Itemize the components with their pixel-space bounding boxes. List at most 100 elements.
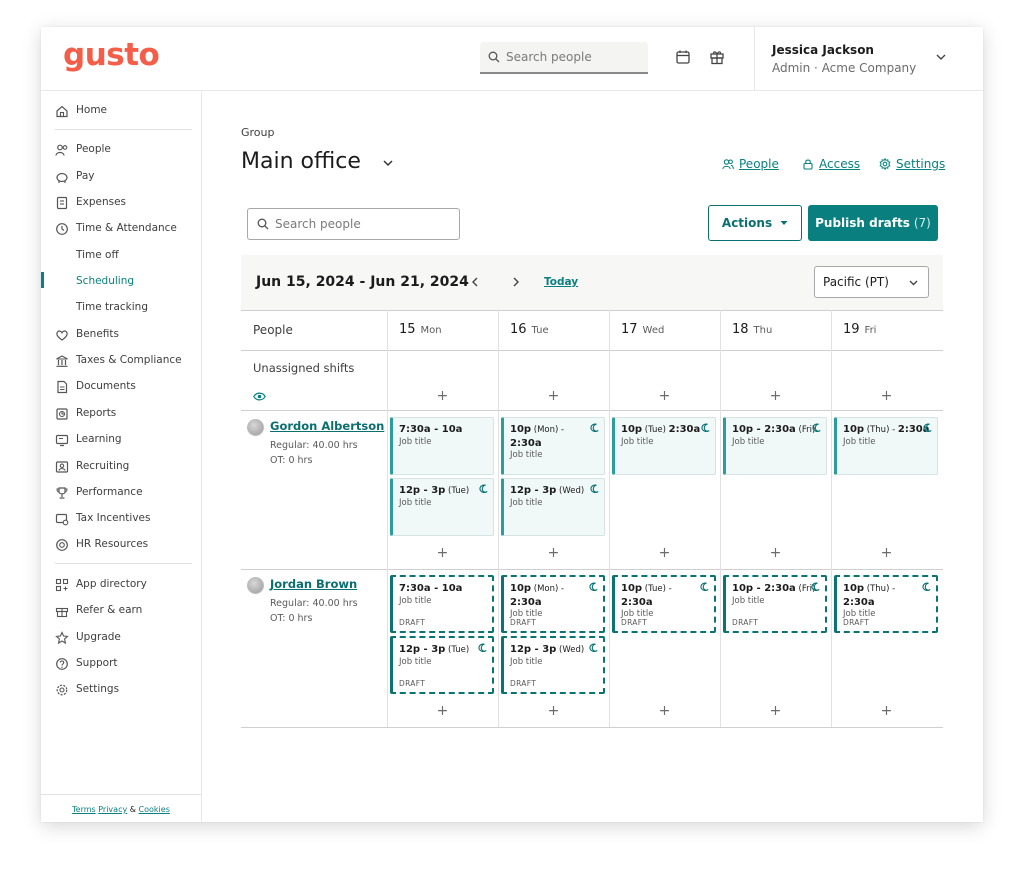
settings-link[interactable]: Settings [879,157,945,171]
cookies-link[interactable]: Cookies [139,805,170,814]
sidebar-item-people[interactable]: People [41,140,201,160]
day-header: 18 Thu [732,322,772,337]
sidebar-item-time-tracking[interactable]: Time tracking [41,298,201,318]
recruiting-icon [55,461,69,473]
add-shift-button[interactable]: + [437,389,449,403]
add-shift-button[interactable]: + [548,389,560,403]
shift-card[interactable]: 7:30a - 10a Job title [390,417,494,475]
sidebar-item-time-off[interactable]: Time off [41,246,201,266]
date-range: Jun 15, 2024 - Jun 21, 2024 [256,274,469,290]
shift-card[interactable]: 12p - 3p (Tue) Job title DRAFT [390,636,494,694]
people-search-placeholder: Search people [275,217,361,231]
add-shift-button[interactable]: + [659,704,671,718]
people-search-input[interactable]: Search people [247,208,460,240]
sidebar-item-label: People [76,143,111,155]
chevron-left-icon[interactable] [469,276,481,288]
sidebar-item-label: Home [76,104,108,116]
shift-day-note: (Wed) [556,486,585,496]
user-company: Admin · Acme Company [772,61,917,75]
shift-job-title: Job title [399,596,432,606]
eye-icon[interactable] [253,390,266,403]
shift-card[interactable]: 10p (Mon) -2:30a Job title DRAFT [501,575,605,633]
add-shift-button[interactable]: + [881,389,893,403]
shift-start-time: 12p - 3p [399,644,446,655]
calendar-icon[interactable] [675,49,691,65]
people-link[interactable]: People [722,157,779,171]
moon-icon [478,643,487,652]
sidebar-item-learning[interactable]: Learning [41,430,201,450]
sidebar: Terms Privacy & Cookies Home People Pay Exp… [41,91,202,822]
sidebar-item-support[interactable]: Support [41,654,201,674]
today-link[interactable]: Today [544,276,578,288]
sidebar-item-settings[interactable]: Settings [41,680,201,700]
add-shift-button[interactable]: + [659,546,671,560]
sidebar-item-tax-incentives[interactable]: Tax Incentives [41,509,201,529]
shift-card[interactable]: 10p (Tue) 2:30a Job title [612,417,716,475]
sidebar-item-expenses[interactable]: Expenses [41,193,201,213]
sidebar-item-app-directory[interactable]: App directory [41,575,201,595]
top-search-input[interactable]: Search people [480,42,648,74]
shift-card[interactable]: 10p - 2:30a (Fri) Job title [723,417,827,475]
shift-card[interactable]: 10p (Tue) -2:30a Job title DRAFT [612,575,716,633]
sidebar-item-refer-earn[interactable]: Refer & earn [41,601,201,621]
shift-card[interactable]: 12p - 3p (Wed) Job title DRAFT [501,636,605,694]
add-shift-button[interactable]: + [770,704,782,718]
gusto-logo[interactable]: gusto [63,37,160,73]
add-shift-button[interactable]: + [548,546,560,560]
shift-end-time: 2:30a [843,597,875,608]
add-shift-button[interactable]: + [659,389,671,403]
sidebar-item-hr-resources[interactable]: HR Resources [41,535,201,555]
chevron-down-icon[interactable] [381,156,395,170]
shift-start-time: 12p - 3p [510,644,557,655]
shift-card[interactable]: 10p (Mon) - 2:30a Job title [501,417,605,475]
sidebar-item-upgrade[interactable]: Upgrade [41,628,201,648]
publish-drafts-button[interactable]: Publish drafts (7) [808,205,938,241]
add-shift-button[interactable]: + [770,546,782,560]
sidebar-item-time-attendance[interactable]: Time & Attendance [41,219,201,239]
timezone-select[interactable]: Pacific (PT) [814,266,929,298]
sidebar-item-pay[interactable]: Pay [41,167,201,187]
shift-start-time: 12p - 3p [399,485,446,496]
grid-line [241,727,943,728]
shift-job-title: Job title [732,437,765,447]
shift-card[interactable]: 12p - 3p (Wed) Job title [501,478,605,536]
add-shift-button[interactable]: + [881,704,893,718]
sidebar-item-home[interactable]: Home [41,101,201,121]
avatar[interactable] [247,577,264,594]
user-name[interactable]: Jessica Jackson [772,43,874,57]
privacy-link[interactable]: Privacy [98,805,127,814]
access-link[interactable]: Access [802,157,860,171]
sidebar-item-scheduling[interactable]: Scheduling [41,272,201,292]
terms-link[interactable]: Terms [72,805,96,814]
add-shift-button[interactable]: + [437,546,449,560]
person-name-link[interactable]: Gordon Albertson [270,419,384,433]
shift-card[interactable]: 10p - 2:30a (Fri) Job title DRAFT [723,575,827,633]
chevron-right-icon[interactable] [510,276,522,288]
shift-card[interactable]: 12p - 3p (Tue) Job title [390,478,494,536]
add-shift-button[interactable]: + [881,546,893,560]
add-shift-button[interactable]: + [437,704,449,718]
shift-card[interactable]: 10p (Thu) - 2:30a Job title [834,417,938,475]
sidebar-item-performance[interactable]: Performance [41,483,201,503]
chevron-down-icon[interactable] [934,50,948,64]
grid-line [387,310,388,727]
sidebar-item-taxes-compliance[interactable]: Taxes & Compliance [41,351,201,371]
shift-card[interactable]: 10p (Thu) -2:30a Job title DRAFT [834,575,938,633]
page-title[interactable]: Main office [241,149,361,174]
person-name-link[interactable]: Jordan Brown [270,577,357,591]
moon-icon [812,423,821,432]
sidebar-item-documents[interactable]: Documents [41,377,201,397]
add-shift-button[interactable]: + [548,704,560,718]
people-column-header: People [253,323,293,337]
shift-card[interactable]: 7:30a - 10a Job title DRAFT [390,575,494,633]
sidebar-item-reports[interactable]: Reports [41,404,201,424]
gift-icon[interactable] [709,49,725,65]
shift-job-title: Job title [510,498,543,508]
add-shift-button[interactable]: + [770,389,782,403]
avatar[interactable] [247,419,264,436]
shift-day-note: (Mon) - [531,425,565,435]
actions-button[interactable]: Actions [708,205,802,241]
sidebar-item-benefits[interactable]: Benefits [41,325,201,345]
sidebar-item-recruiting[interactable]: Recruiting [41,457,201,477]
day-number: 18 [732,322,749,337]
